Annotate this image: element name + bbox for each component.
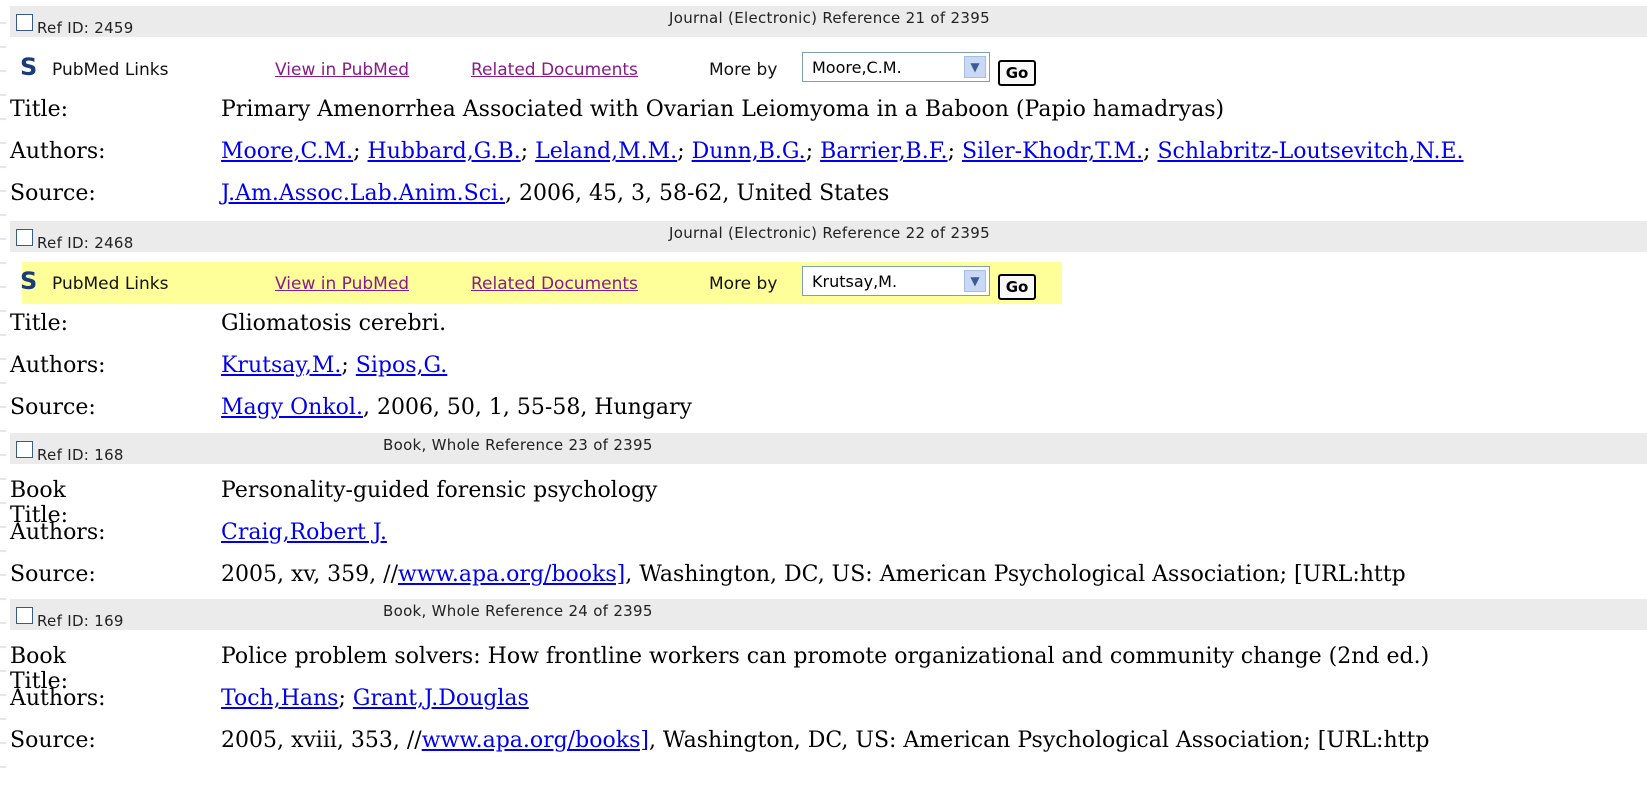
source-value: 2005, xviii, 353, //www.apa.org/books], … <box>221 728 1430 753</box>
more-by-select[interactable]: Moore,C.M. ▼ <box>802 52 990 82</box>
select-checkbox[interactable] <box>16 14 33 31</box>
reference-header: Ref ID: 169 Book, Whole Reference 24 of … <box>10 599 1647 630</box>
more-by-selected-value: Moore,C.M. <box>812 58 902 77</box>
reference-header: Ref ID: 2459 Journal (Electronic) Refere… <box>10 6 1647 37</box>
source-value: Magy Onkol., 2006, 50, 1, 55-58, Hungary <box>221 395 692 420</box>
authors-label: Authors: <box>10 139 106 164</box>
source-value: J.Am.Assoc.Lab.Anim.Sci., 2006, 45, 3, 5… <box>221 181 890 206</box>
ref-id: Ref ID: 169 <box>37 612 124 630</box>
ref-id: Ref ID: 2459 <box>37 19 134 37</box>
url-link[interactable]: www.apa.org/books] <box>422 728 649 753</box>
pubmed-links-bar-highlighted: S PubMed Links View in PubMed Related Do… <box>20 262 1062 304</box>
pubmed-s-icon: S <box>20 53 38 81</box>
pubmed-s-icon: S <box>20 267 38 295</box>
reference-header: Ref ID: 2468 Journal (Electronic) Refere… <box>10 221 1647 252</box>
chevron-down-icon[interactable]: ▼ <box>964 270 986 292</box>
author-link[interactable]: Schlabritz-Loutsevitch,N.E. <box>1157 139 1463 164</box>
author-link[interactable]: Grant,J.Douglas <box>353 686 529 711</box>
book-title-value: Police problem solvers: How frontline wo… <box>221 644 1430 669</box>
title-label: Title: <box>10 97 69 122</box>
view-in-pubmed-link[interactable]: View in PubMed <box>275 274 409 294</box>
go-button[interactable]: Go <box>998 60 1036 86</box>
pubmed-links-label: PubMed Links <box>52 60 169 80</box>
select-checkbox[interactable] <box>16 607 33 624</box>
authors-label: Authors: <box>10 520 106 545</box>
author-link[interactable]: Leland,M.M. <box>535 139 677 164</box>
title-value: Primary Amenorrhea Associated with Ovari… <box>221 97 1225 122</box>
select-checkbox[interactable] <box>16 441 33 458</box>
more-by-selected-value: Krutsay,M. <box>812 272 898 291</box>
author-link[interactable]: Krutsay,M. <box>221 353 341 378</box>
go-button[interactable]: Go <box>998 274 1036 300</box>
authors-value: Krutsay,M.; Sipos,G. <box>221 353 448 378</box>
author-link[interactable]: Craig,Robert J. <box>221 520 387 545</box>
url-link[interactable]: www.apa.org/books] <box>398 562 625 587</box>
pubmed-links-bar: S PubMed Links View in PubMed Related Do… <box>10 48 1050 90</box>
source-value: 2005, xv, 359, //www.apa.org/books], Was… <box>221 562 1406 587</box>
author-link[interactable]: Toch,Hans <box>221 686 338 711</box>
authors-label: Authors: <box>10 353 106 378</box>
ref-id: Ref ID: 168 <box>37 446 124 464</box>
author-link[interactable]: Siler-Khodr,T.M. <box>962 139 1143 164</box>
select-checkbox[interactable] <box>16 229 33 246</box>
related-documents-link[interactable]: Related Documents <box>471 274 638 294</box>
view-in-pubmed-link[interactable]: View in PubMed <box>275 60 409 80</box>
reference-type: Journal (Electronic) Reference 21 of 239… <box>669 9 990 27</box>
authors-label: Authors: <box>10 686 106 711</box>
source-label: Source: <box>10 562 96 587</box>
author-link[interactable]: Barrier,B.F. <box>820 139 947 164</box>
chevron-down-icon[interactable]: ▼ <box>964 56 986 78</box>
reference-type: Book, Whole Reference 24 of 2395 <box>383 602 653 620</box>
reference-header: Ref ID: 168 Book, Whole Reference 23 of … <box>10 433 1647 464</box>
book-title-value: Personality-guided forensic psychology <box>221 478 658 503</box>
reference-type: Journal (Electronic) Reference 22 of 239… <box>669 224 990 242</box>
left-edge-stripe <box>0 0 6 790</box>
author-link[interactable]: Dunn,B.G. <box>692 139 806 164</box>
more-by-select[interactable]: Krutsay,M. ▼ <box>802 266 990 296</box>
author-link[interactable]: Sipos,G. <box>356 353 448 378</box>
source-label: Source: <box>10 395 96 420</box>
authors-value: Craig,Robert J. <box>221 520 387 545</box>
title-value: Gliomatosis cerebri. <box>221 311 447 336</box>
source-label: Source: <box>10 181 96 206</box>
journal-link[interactable]: J.Am.Assoc.Lab.Anim.Sci. <box>221 181 505 206</box>
author-link[interactable]: Moore,C.M. <box>221 139 353 164</box>
more-by-label: More by <box>709 60 778 80</box>
more-by-label: More by <box>709 274 778 294</box>
title-label: Title: <box>10 311 69 336</box>
ref-id: Ref ID: 2468 <box>37 234 134 252</box>
authors-value: Toch,Hans; Grant,J.Douglas <box>221 686 529 711</box>
authors-value: Moore,C.M.; Hubbard,G.B.; Leland,M.M.; D… <box>221 139 1464 164</box>
journal-link[interactable]: Magy Onkol. <box>221 395 363 420</box>
related-documents-link[interactable]: Related Documents <box>471 60 638 80</box>
source-label: Source: <box>10 728 96 753</box>
pubmed-links-label: PubMed Links <box>52 274 169 294</box>
author-link[interactable]: Hubbard,G.B. <box>368 139 521 164</box>
reference-type: Book, Whole Reference 23 of 2395 <box>383 436 653 454</box>
